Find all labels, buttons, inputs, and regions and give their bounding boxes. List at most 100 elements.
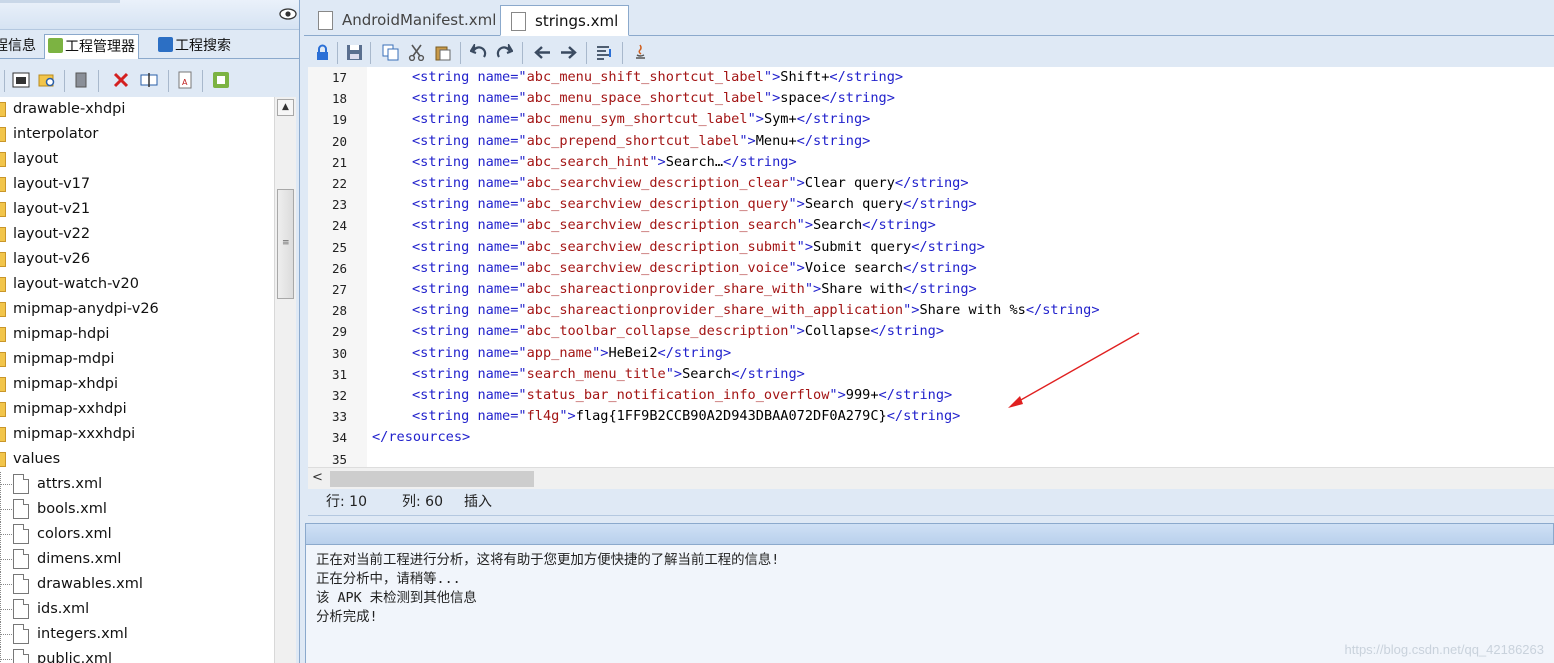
scroll-thumb[interactable]: ≡ — [277, 189, 294, 299]
code-editor[interactable]: 17 <string name="abc_menu_shift_shortcut_… — [308, 67, 1554, 467]
code-line[interactable]: 19 <string name="abc_menu_sym_shortcut_la… — [308, 109, 1554, 130]
code-line[interactable]: 23 <string name="abc_searchview_descripti… — [308, 194, 1554, 215]
tree-folder[interactable]: layout-v21 — [0, 197, 274, 222]
tree-item-label: mipmap-anydpi-v26 — [13, 301, 159, 317]
tab-project-info[interactable]: 程信息 — [0, 34, 36, 59]
lock-icon[interactable] — [314, 44, 331, 61]
tree-file[interactable]: drawables.xml — [0, 572, 274, 597]
tree-item-label: layout — [13, 151, 59, 167]
tree-file[interactable]: bools.xml — [0, 497, 274, 522]
code-line[interactable]: 20 <string name="abc_prepend_shortcut_lab… — [308, 131, 1554, 152]
string-name-attr: abc_searchview_description_voice — [526, 259, 789, 276]
tree-file[interactable]: dimens.xml — [0, 547, 274, 572]
paste-icon[interactable] — [434, 44, 451, 61]
tree-folder[interactable]: mipmap-mdpi — [0, 347, 274, 372]
document-icon — [511, 12, 526, 31]
tree-folder[interactable]: layout-v17 — [0, 172, 274, 197]
tree-file[interactable]: integers.xml — [0, 622, 274, 647]
code-line[interactable]: 22 <string name="abc_searchview_descripti… — [308, 173, 1554, 194]
code-line[interactable]: 26 <string name="abc_searchview_descripti… — [308, 258, 1554, 279]
code-line[interactable]: 29 <string name="abc_toolbar_collapse_des… — [308, 321, 1554, 342]
code-text: <string name="app_name">HeBei2</string> — [412, 343, 731, 364]
string-value: Search — [813, 217, 863, 234]
tab-project-search[interactable]: 工程搜索 — [158, 34, 231, 59]
tree-item-label: ids.xml — [37, 601, 90, 617]
tree-file[interactable]: colors.xml — [0, 522, 274, 547]
book-icon[interactable] — [72, 71, 90, 89]
scroll-up-arrow[interactable]: ▲ — [277, 99, 294, 116]
xml-tag-mid: "> — [788, 175, 805, 191]
code-line[interactable]: 30 <string name="app_name">HeBei2</string… — [308, 343, 1554, 364]
scroll-left-arrow[interactable]: < — [312, 470, 323, 485]
tree-folder[interactable]: mipmap-xxxhdpi — [0, 422, 274, 447]
tree-scrollbar[interactable]: ▲ ≡ — [274, 97, 296, 663]
tree-folder[interactable]: layout-watch-v20 — [0, 272, 274, 297]
tree-folder[interactable]: layout — [0, 147, 274, 172]
tree-item-label: colors.xml — [37, 526, 112, 542]
tree-folder[interactable]: mipmap-xxhdpi — [0, 397, 274, 422]
arrow-right-icon[interactable] — [560, 44, 577, 61]
tab-strings-xml[interactable]: strings.xml — [500, 5, 630, 36]
tree-folder[interactable]: interpolator — [0, 122, 274, 147]
xml-tag-open: <string name=" — [412, 238, 527, 255]
output-line: 该 APK 未检测到其他信息 — [316, 591, 477, 606]
undo-icon[interactable] — [470, 44, 487, 61]
tree-folder[interactable]: values — [0, 447, 274, 472]
scroll-thumb[interactable] — [330, 471, 534, 487]
tree-folder[interactable]: mipmap-anydpi-v26 — [0, 297, 274, 322]
xml-tag-close: </string> — [821, 90, 895, 107]
document-a-icon[interactable]: A — [176, 71, 194, 89]
code-line[interactable]: 32 <string name="status_bar_notification_… — [308, 385, 1554, 406]
code-line[interactable]: 33 <string name="fl4g">flag{1FF9B2CCB90A2… — [308, 406, 1554, 427]
code-line[interactable]: 28 <string name="abc_shareactionprovider_… — [308, 300, 1554, 321]
save-icon[interactable] — [346, 44, 363, 61]
redo-icon[interactable] — [496, 44, 513, 61]
folder-search-icon[interactable] — [38, 71, 56, 89]
tree-item-label: interpolator — [13, 126, 99, 142]
code-line[interactable]: 21 <string name="abc_search_hint">Search…… — [308, 152, 1554, 173]
eye-icon[interactable] — [279, 7, 297, 21]
tree-file[interactable]: public.xml — [0, 647, 274, 663]
delete-icon[interactable] — [112, 71, 130, 89]
tree-folder[interactable]: layout-v22 — [0, 222, 274, 247]
code-line[interactable]: 18 <string name="abc_menu_space_shortcut_… — [308, 88, 1554, 109]
code-line[interactable]: 25 <string name="abc_searchview_descripti… — [308, 237, 1554, 258]
xml-tag-open: <string name=" — [412, 365, 527, 382]
line-number: 31 — [332, 366, 348, 382]
line-number: 18 — [332, 91, 348, 107]
line-number: 23 — [332, 197, 348, 213]
cut-icon[interactable] — [408, 44, 425, 61]
format-icon[interactable] — [596, 44, 613, 61]
file-icon — [13, 549, 29, 569]
tree-folder[interactable]: drawable-xhdpi — [0, 97, 274, 122]
tree-file[interactable]: ids.xml — [0, 597, 274, 622]
code-line[interactable]: 27 <string name="abc_shareactionprovider_… — [308, 279, 1554, 300]
file-icon — [13, 499, 29, 519]
code-line[interactable]: 35 — [308, 449, 1554, 467]
tab-project-manager[interactable]: 工程管理器 — [44, 34, 139, 59]
code-line[interactable]: 24 <string name="abc_searchview_descripti… — [308, 215, 1554, 236]
line-number: 30 — [332, 345, 348, 361]
tree-folder[interactable]: mipmap-xhdpi — [0, 372, 274, 397]
code-line[interactable]: 17 <string name="abc_menu_shift_shortcut_… — [308, 67, 1554, 88]
code-line[interactable]: 31 <string name="search_menu_title">Searc… — [308, 364, 1554, 385]
xml-tag-open: <string name=" — [412, 344, 527, 361]
tree-file[interactable]: attrs.xml — [0, 472, 274, 497]
horizontal-scrollbar[interactable]: < — [308, 467, 1554, 489]
tree-folder[interactable]: mipmap-hdpi — [0, 322, 274, 347]
window-icon[interactable] — [12, 71, 30, 89]
xml-tag-open: <string name=" — [412, 132, 527, 149]
file-icon — [13, 574, 29, 594]
copy-icon[interactable] — [382, 44, 399, 61]
tree-folder[interactable]: layout-v26 — [0, 247, 274, 272]
xml-tag-open: <string name=" — [412, 69, 527, 85]
tab-androidmanifest[interactable]: AndroidManifest.xml — [308, 5, 506, 36]
code-line[interactable]: 34 </resources> — [308, 427, 1554, 448]
line-number: 32 — [332, 388, 348, 403]
arrow-left-icon[interactable] — [534, 44, 551, 61]
string-name-attr: abc_menu_sym_shortcut_label — [526, 111, 748, 128]
rename-icon[interactable] — [140, 71, 158, 89]
android-build-icon[interactable] — [212, 71, 230, 89]
java-icon[interactable] — [632, 44, 649, 61]
code-text: <string name="search_menu_title">Search<… — [412, 364, 805, 385]
